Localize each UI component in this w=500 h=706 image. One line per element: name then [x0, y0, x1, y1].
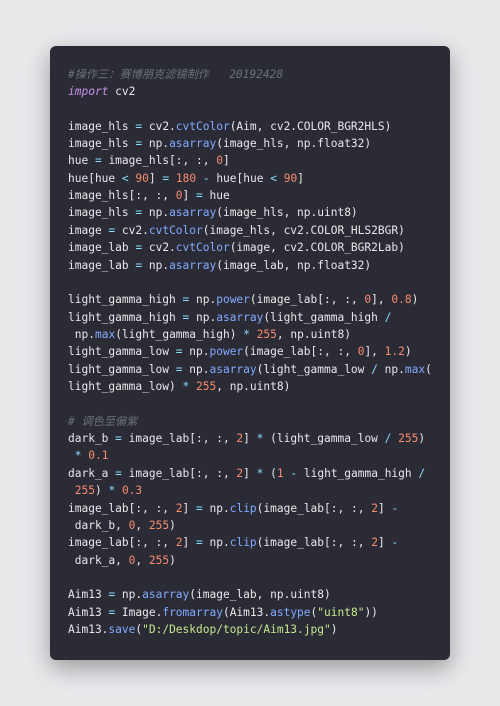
comment-line: #操作三：赛博朋克滤镜制作 20192428: [68, 68, 283, 81]
comment-line: # 调色至偏紫: [68, 415, 137, 428]
code-block: #操作三：赛博朋克滤镜制作 20192428 import cv2 image_…: [68, 66, 432, 639]
keyword-import: import: [68, 85, 108, 98]
module-name: cv2: [115, 85, 135, 98]
code-card: #操作三：赛博朋克滤镜制作 20192428 import cv2 image_…: [50, 46, 450, 661]
